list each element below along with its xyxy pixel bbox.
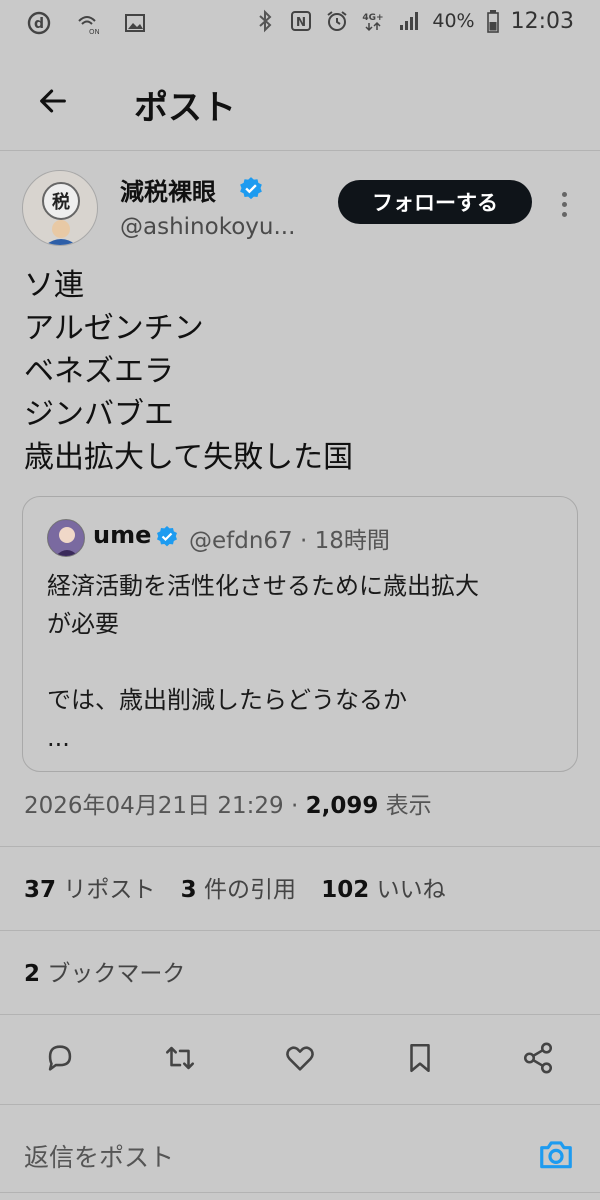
views-count: 2,099 [305,793,379,819]
svg-text:税: 税 [52,191,70,213]
author-avatar[interactable]: 税 [22,170,98,246]
camera-icon[interactable] [534,1132,578,1176]
likes-stat[interactable]: 102 いいね [321,877,445,903]
post-line: アルゼンチン [24,311,204,346]
quote-line: ... [47,724,70,752]
actions-divider [0,1104,600,1105]
more-options-icon[interactable] [552,186,576,222]
bookmarks-stat[interactable]: 2 ブックマーク [24,954,185,988]
post-datetime: 2026年04月21日 21:29 · [24,793,306,819]
battery-percent: 40% [432,10,475,32]
quote-text: 経済活動を活性化させるために歳出拡大 が必要 では、歳出削減したらどうなるか .… [47,567,557,757]
quote-line [47,643,557,681]
post-line: ジンバブエ [24,397,174,432]
post-body: ソ連 アルゼンチン ベネズエラ ジンバブエ 歳出拡大して失敗した国 [24,264,574,479]
bottom-divider [0,1192,600,1193]
wifi-calling-icon: ON [74,10,100,36]
stats-divider [0,930,600,931]
verified-badge-icon [157,526,177,547]
action-bar [0,1034,600,1082]
post-line: ベネズエラ [24,354,174,389]
views-label: 表示 [378,793,432,819]
svg-text:4G+: 4G+ [363,13,384,23]
quote-line: が必要 [47,610,119,638]
author-handle[interactable]: @ashinokoyu... [120,214,295,240]
page-title: ポスト [134,88,236,128]
quotes-stat[interactable]: 3 件の引用 [181,877,296,903]
header-divider [0,150,600,151]
like-icon[interactable] [278,1036,322,1080]
battery-icon [485,8,501,34]
signal-icon [396,8,422,34]
status-bar: d ON N 4G+ 40% 12:03 [0,0,600,46]
clock: 12:03 [510,8,574,34]
network-4g-icon: 4G+ [360,8,386,34]
alarm-icon [324,8,350,34]
quote-line: では、歳出削減したらどうなるか [47,686,407,714]
back-button[interactable] [30,78,76,124]
quote-line: 経済活動を活性化させるために歳出拡大 [47,572,479,600]
verified-badge-icon [240,177,262,200]
arrow-left-icon [40,89,66,113]
svg-text:ON: ON [89,28,99,35]
quote-author-name: ume [93,521,152,549]
post-line: 歳出拡大して失敗した国 [24,440,354,475]
bookmarks-divider [0,1014,600,1015]
author-name[interactable]: 減税裸眼 [120,172,216,207]
bookmark-icon[interactable] [398,1036,442,1080]
reposts-stat[interactable]: 37 リポスト [24,877,155,903]
reply-input[interactable]: 返信をポスト [24,1138,174,1174]
image-icon [122,10,148,36]
bluetooth-icon [252,8,278,34]
nfc-icon: N [288,8,314,34]
quote-handle-time: @efdn67 · 18時間 [189,528,390,554]
svg-text:N: N [296,15,306,29]
post-meta: 2026年04月21日 21:29 · 2,099 表示 [24,786,432,820]
repost-icon[interactable] [158,1036,202,1080]
quote-avatar [47,519,85,557]
quoted-post[interactable]: ume @efdn67 · 18時間 経済活動を活性化させるために歳出拡大 が必… [22,496,578,772]
meta-divider [0,846,600,847]
post-line: ソ連 [24,268,84,303]
docomo-d-icon: d [26,10,52,36]
reply-icon[interactable] [38,1036,82,1080]
follow-button[interactable]: フォローする [338,180,532,224]
share-icon[interactable] [516,1036,560,1080]
header: ポスト [0,62,600,138]
post-stats: 37 リポスト 3 件の引用 102 いいね [24,870,464,904]
svg-text:d: d [34,16,44,32]
